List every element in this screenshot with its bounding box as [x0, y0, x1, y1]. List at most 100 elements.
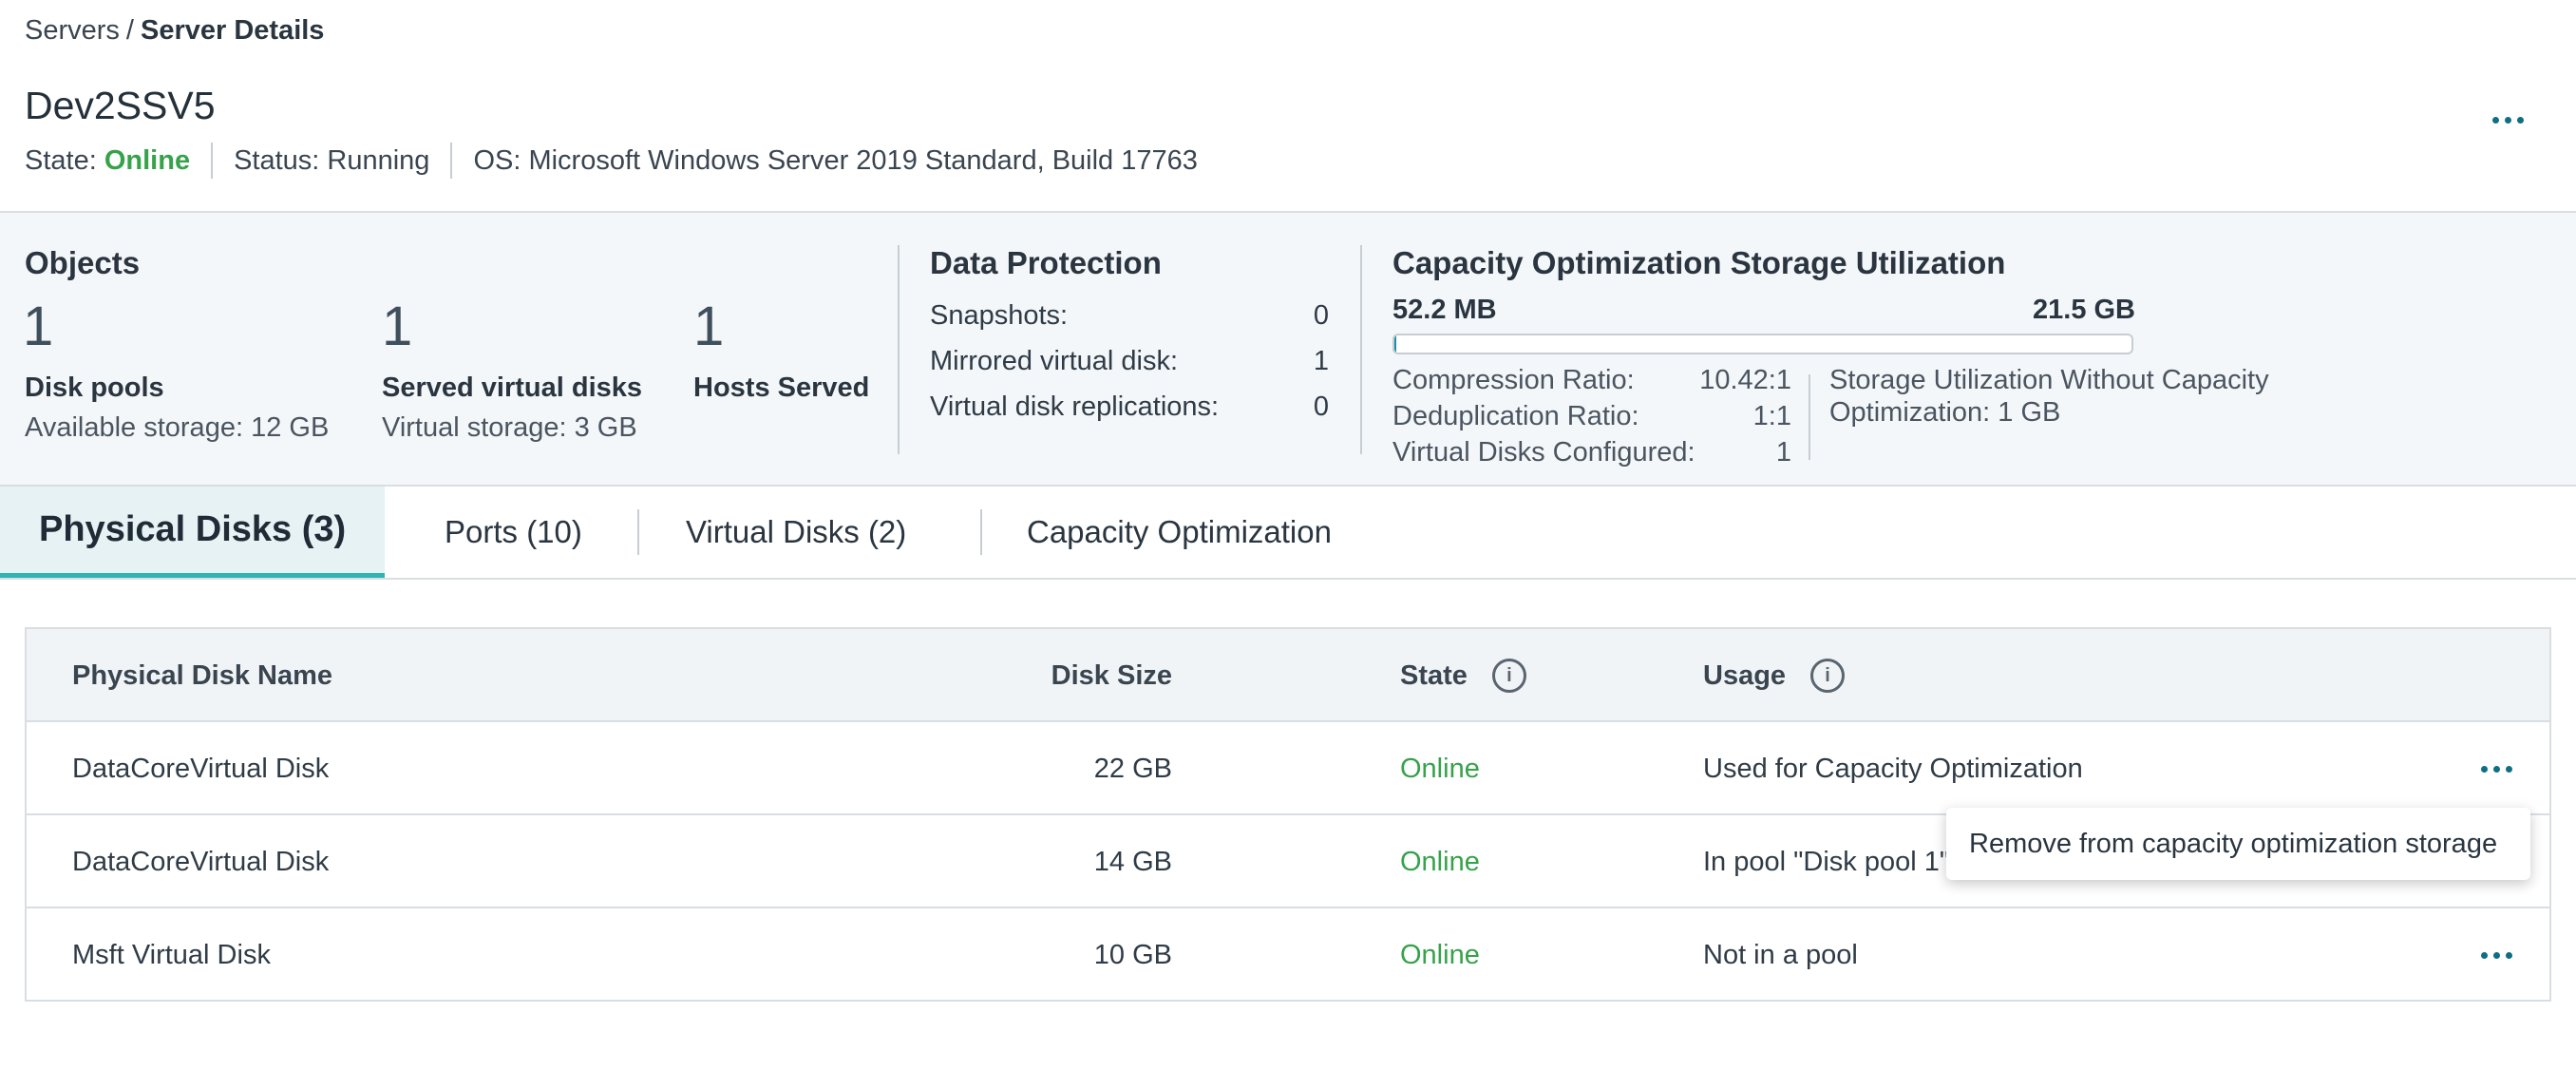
available-storage-value: 12 GB	[251, 412, 330, 443]
table-row[interactable]: DataCoreVirtual Disk 22 GB Online Used f…	[27, 722, 2549, 815]
hosts-served-count: 1	[693, 296, 725, 357]
mirrored-value: 1	[1313, 346, 1329, 376]
info-icon[interactable]: i	[1491, 659, 1526, 693]
replications-row: Virtual disk replications: 0	[930, 392, 1329, 423]
capacity-progress-fill	[1394, 335, 1397, 353]
vdisks-configured-label: Virtual Disks Configured:	[1392, 437, 1695, 468]
disk-state: Online	[1400, 753, 1480, 784]
capacity-used: 52.2 MB	[1392, 295, 1497, 325]
disk-pools-count: 1	[23, 296, 54, 357]
disk-size: 14 GB	[1093, 846, 1172, 877]
more-horizontal-icon	[2481, 765, 2488, 773]
tab-virtual-disks[interactable]: Virtual Disks (2)	[686, 487, 906, 578]
hosts-served-label: Hosts Served	[693, 373, 870, 403]
tab-physical-disks[interactable]: Physical Disks (3)	[0, 487, 386, 578]
column-header-state[interactable]: State i	[1400, 629, 1526, 722]
column-header-usage-label: Usage	[1703, 659, 1787, 691]
replications-label: Virtual disk replications:	[930, 392, 1220, 422]
meta-divider	[450, 143, 453, 179]
without-optimization-size: 1 GB	[1998, 397, 2061, 428]
capacity-divider	[1809, 374, 1810, 460]
mirrored-row: Mirrored virtual disk: 1	[930, 346, 1329, 377]
vdisks-configured-value: 1	[1775, 437, 1791, 468]
disk-usage: In pool "Disk pool 1"	[1703, 846, 1950, 877]
disk-usage: Not in a pool	[1703, 939, 1858, 970]
state-label: State:	[25, 144, 97, 176]
breadcrumb: Servers / Server Details	[25, 15, 324, 47]
capacity-progress-bar	[1392, 334, 2133, 354]
table-row[interactable]: Msft Virtual Disk 10 GB Online Not in a …	[27, 908, 2549, 1002]
compression-value: 10.42:1	[1699, 365, 1791, 395]
meta-divider	[211, 143, 214, 179]
available-storage: Available storage: 12 GB	[25, 412, 329, 444]
disk-name: Msft Virtual Disk	[72, 939, 271, 970]
deduplication-row: Deduplication Ratio: 1:1	[1392, 401, 1791, 432]
vdisks-configured-row: Virtual Disks Configured: 1	[1392, 437, 1791, 468]
virtual-storage-label: Virtual storage:	[382, 412, 567, 443]
disk-size: 10 GB	[1093, 939, 1172, 970]
deduplication-label: Deduplication Ratio:	[1392, 401, 1639, 431]
more-horizontal-icon	[2481, 951, 2488, 959]
column-header-name[interactable]: Physical Disk Name	[72, 629, 332, 722]
row-more-button[interactable]	[2481, 759, 2519, 778]
capacity-total: 21.5 GB	[2033, 295, 2135, 325]
breadcrumb-current: Server Details	[140, 15, 325, 46]
snapshots-label: Snapshots:	[930, 300, 1069, 331]
more-dot	[2506, 951, 2512, 959]
header-more-button[interactable]	[2492, 110, 2534, 129]
mirrored-label: Mirrored virtual disk:	[930, 346, 1179, 376]
without-optimization-value: Optimization: 1 GB	[1829, 397, 2060, 429]
capacity-title: Capacity Optimization Storage Utilizatio…	[1392, 245, 2006, 280]
more-dot	[2493, 765, 2500, 773]
snapshots-value: 0	[1313, 300, 1329, 331]
compression-row: Compression Ratio: 10.42:1	[1392, 365, 1791, 396]
more-dot	[2506, 765, 2512, 773]
status-text: Status: Running	[234, 144, 430, 176]
summary-divider	[1360, 245, 1362, 454]
column-header-state-label: State	[1400, 659, 1468, 691]
replications-value: 0	[1313, 392, 1329, 422]
objects-title: Objects	[25, 245, 141, 280]
disk-state: Online	[1400, 846, 1480, 877]
compression-label: Compression Ratio:	[1392, 365, 1635, 395]
tab-ports[interactable]: Ports (10)	[445, 487, 582, 578]
snapshots-row: Snapshots: 0	[930, 300, 1329, 332]
tab-bar: Physical Disks (3) Ports (10) Virtual Di…	[0, 487, 2576, 580]
breadcrumb-servers-link[interactable]: Servers	[25, 15, 120, 46]
virtual-storage-value: 3 GB	[574, 412, 637, 443]
summary-divider	[898, 245, 900, 454]
column-header-size[interactable]: Disk Size	[976, 629, 1172, 722]
deduplication-value: 1:1	[1752, 401, 1791, 431]
column-header-usage[interactable]: Usage i	[1703, 629, 1846, 722]
available-storage-label: Available storage:	[25, 412, 244, 443]
tab-capacity-optimization[interactable]: Capacity Optimization	[1027, 487, 1332, 578]
row-more-button[interactable]	[2481, 946, 2519, 965]
summary-panel: Objects 1 Disk pools Available storage: …	[0, 211, 2576, 487]
context-menu-item-remove-from-capacity-optimization[interactable]: Remove from capacity optimization storag…	[1946, 808, 2530, 880]
served-virtual-disks-label: Served virtual disks	[382, 373, 643, 403]
served-virtual-disks-count: 1	[382, 296, 413, 357]
disk-name: DataCoreVirtual Disk	[72, 753, 330, 784]
virtual-storage: Virtual storage: 3 GB	[382, 412, 637, 444]
disk-size: 22 GB	[1093, 753, 1172, 784]
disk-usage: Used for Capacity Optimization	[1703, 753, 2083, 784]
disk-pools-label: Disk pools	[25, 373, 164, 403]
state-value: Online	[104, 144, 191, 176]
tab-separator	[637, 509, 639, 555]
without-optimization-label-2: Optimization:	[1829, 397, 1991, 428]
data-protection-title: Data Protection	[930, 245, 1162, 280]
more-horizontal-icon	[2492, 116, 2499, 124]
disk-state: Online	[1400, 939, 1480, 970]
more-dot	[2505, 116, 2511, 124]
server-meta: State: Online Status: Running OS: Micros…	[25, 143, 1198, 179]
page-title: Dev2SSV5	[25, 84, 216, 127]
tab-separator	[980, 509, 982, 555]
without-optimization-label: Storage Utilization Without Capacity	[1829, 365, 2269, 395]
more-dot	[2517, 116, 2524, 124]
disk-name: DataCoreVirtual Disk	[72, 846, 330, 877]
breadcrumb-separator: /	[125, 15, 134, 46]
more-dot	[2493, 951, 2500, 959]
info-icon[interactable]: i	[1810, 659, 1846, 693]
os-text: OS: Microsoft Windows Server 2019 Standa…	[473, 144, 1198, 176]
table-header: Physical Disk Name Disk Size State i Usag…	[27, 629, 2549, 722]
